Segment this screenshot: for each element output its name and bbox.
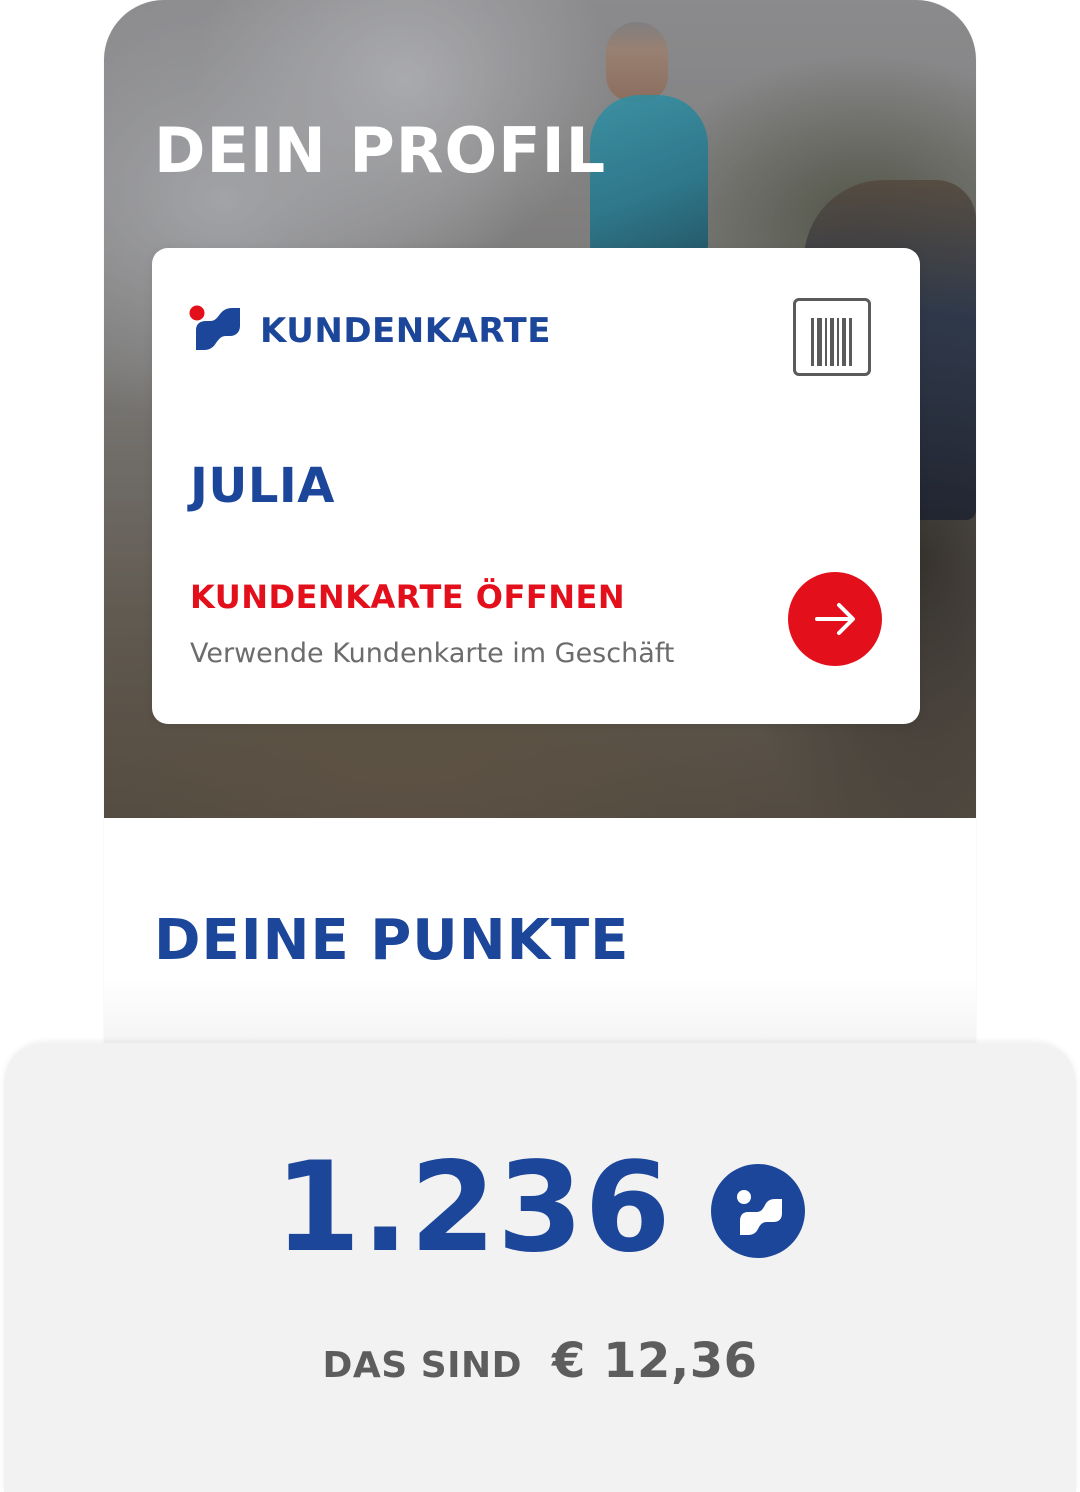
card-label: KUNDENKARTE <box>260 311 551 351</box>
points-value: 1.236 <box>274 1136 672 1280</box>
hero-image: DEIN PROFIL KUNDENKARTE JULIA KUNDENKART… <box>104 0 976 818</box>
customer-card[interactable]: KUNDENKARTE JULIA KUNDENKARTE ÖFFNEN Ver… <box>152 248 920 724</box>
open-card-button[interactable] <box>788 572 882 666</box>
points-title: DEINE PUNKTE <box>154 908 630 973</box>
barcode-icon <box>811 318 852 366</box>
page-title: DEIN PROFIL <box>154 114 607 187</box>
points-equivalent-label: DAS SIND <box>322 1345 523 1386</box>
points-equivalent-amount: € 12,36 <box>552 1333 758 1389</box>
open-card-description: Verwende Kundenkarte im Geschäft <box>190 638 675 669</box>
open-card-link[interactable]: KUNDENKARTE ÖFFNEN <box>190 576 625 618</box>
brand-logo-icon <box>189 305 240 350</box>
points-equivalent: DAS SIND € 12,36 <box>4 1333 1076 1389</box>
screen: DEIN PROFIL KUNDENKARTE JULIA KUNDENKART… <box>0 0 1080 1492</box>
card-holder-name: JULIA <box>190 458 335 514</box>
arrow-right-icon <box>815 603 855 635</box>
points-panel: 1.236 DAS SIND € 12,36 <box>4 1043 1076 1492</box>
barcode-button[interactable] <box>793 298 871 376</box>
profile-screen: DEIN PROFIL KUNDENKARTE JULIA KUNDENKART… <box>104 0 976 1045</box>
points-value-row: 1.236 <box>4 1143 1076 1273</box>
points-coin-icon <box>710 1164 805 1258</box>
